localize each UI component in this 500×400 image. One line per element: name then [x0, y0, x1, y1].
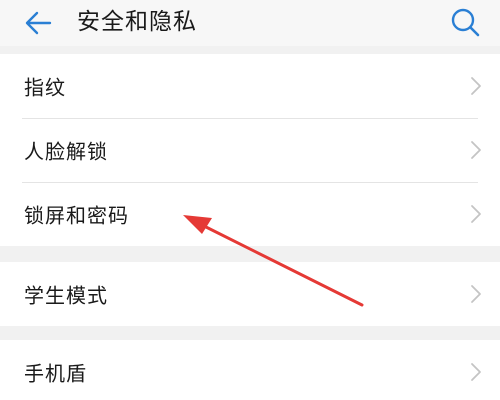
- search-icon[interactable]: [446, 4, 484, 42]
- page-title: 安全和隐私: [77, 9, 197, 35]
- settings-item-lock-screen-password[interactable]: 锁屏和密码: [0, 182, 500, 246]
- chevron-right-icon: [471, 363, 481, 381]
- settings-item-label: 人脸解锁: [24, 139, 108, 164]
- top-bar: 安全和隐私: [0, 0, 500, 46]
- settings-group-biometrics: 指纹 人脸解锁 锁屏和密码: [0, 54, 500, 246]
- back-arrow-icon[interactable]: [20, 5, 56, 41]
- settings-item-face-unlock[interactable]: 人脸解锁: [0, 118, 500, 182]
- settings-group-student: 学生模式: [0, 262, 500, 326]
- chevron-right-icon: [471, 205, 481, 223]
- chevron-right-icon: [471, 141, 481, 159]
- settings-item-label: 手机盾: [24, 361, 87, 386]
- settings-item-fingerprint[interactable]: 指纹: [0, 54, 500, 118]
- chevron-right-icon: [471, 285, 481, 303]
- settings-item-label: 学生模式: [24, 283, 108, 308]
- settings-item-label: 指纹: [24, 75, 66, 100]
- settings-item-label: 锁屏和密码: [24, 203, 129, 228]
- settings-group-phone-shield: 手机盾: [0, 340, 500, 400]
- settings-item-phone-shield[interactable]: 手机盾: [0, 340, 500, 400]
- settings-screen: 安全和隐私 指纹 人脸解锁 锁屏和密码 学生模式 手机盾: [0, 0, 500, 400]
- settings-item-student-mode[interactable]: 学生模式: [0, 262, 500, 326]
- chevron-right-icon: [471, 77, 481, 95]
